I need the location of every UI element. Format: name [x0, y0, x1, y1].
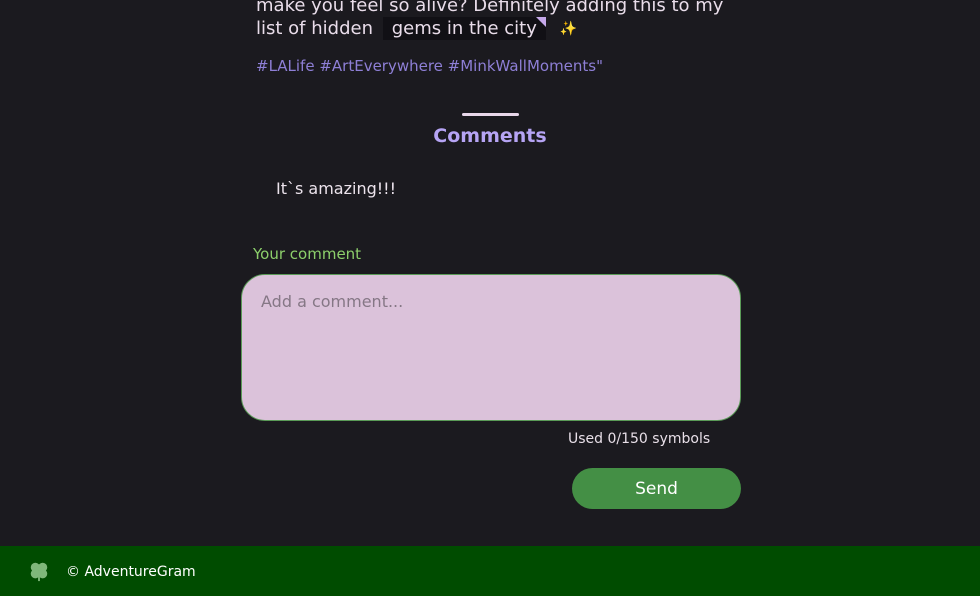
- comments-title: Comments: [433, 125, 547, 147]
- post-line-2: list of hidden gems in the city ✨: [256, 17, 726, 41]
- footer-copyright: © AdventureGram: [66, 564, 196, 580]
- symbol-counter: Used 0/150 symbols: [568, 431, 711, 447]
- post-line-1: make you feel so alive? Definitely addin…: [256, 0, 724, 16]
- comment-input[interactable]: [241, 274, 741, 421]
- post-hashtags: #LALife #ArtEverywhere #MinkWallMoments": [256, 57, 604, 75]
- highlighted-text-label: gems in the city: [391, 18, 537, 39]
- post-text: make you feel so alive? Definitely addin…: [256, 0, 726, 41]
- corner-mark-icon: [535, 17, 546, 27]
- comment-item: It`s amazing!!!: [276, 179, 396, 198]
- footer: © AdventureGram: [0, 546, 980, 596]
- post-line-2-prefix: list of hidden: [256, 18, 373, 39]
- sparkle-icon: ✨: [559, 21, 578, 37]
- send-button[interactable]: Send: [572, 468, 741, 509]
- clover-icon: [30, 562, 48, 582]
- section-divider: [462, 113, 519, 116]
- comment-field-label: Your comment: [253, 245, 362, 263]
- highlighted-text: gems in the city: [382, 17, 546, 40]
